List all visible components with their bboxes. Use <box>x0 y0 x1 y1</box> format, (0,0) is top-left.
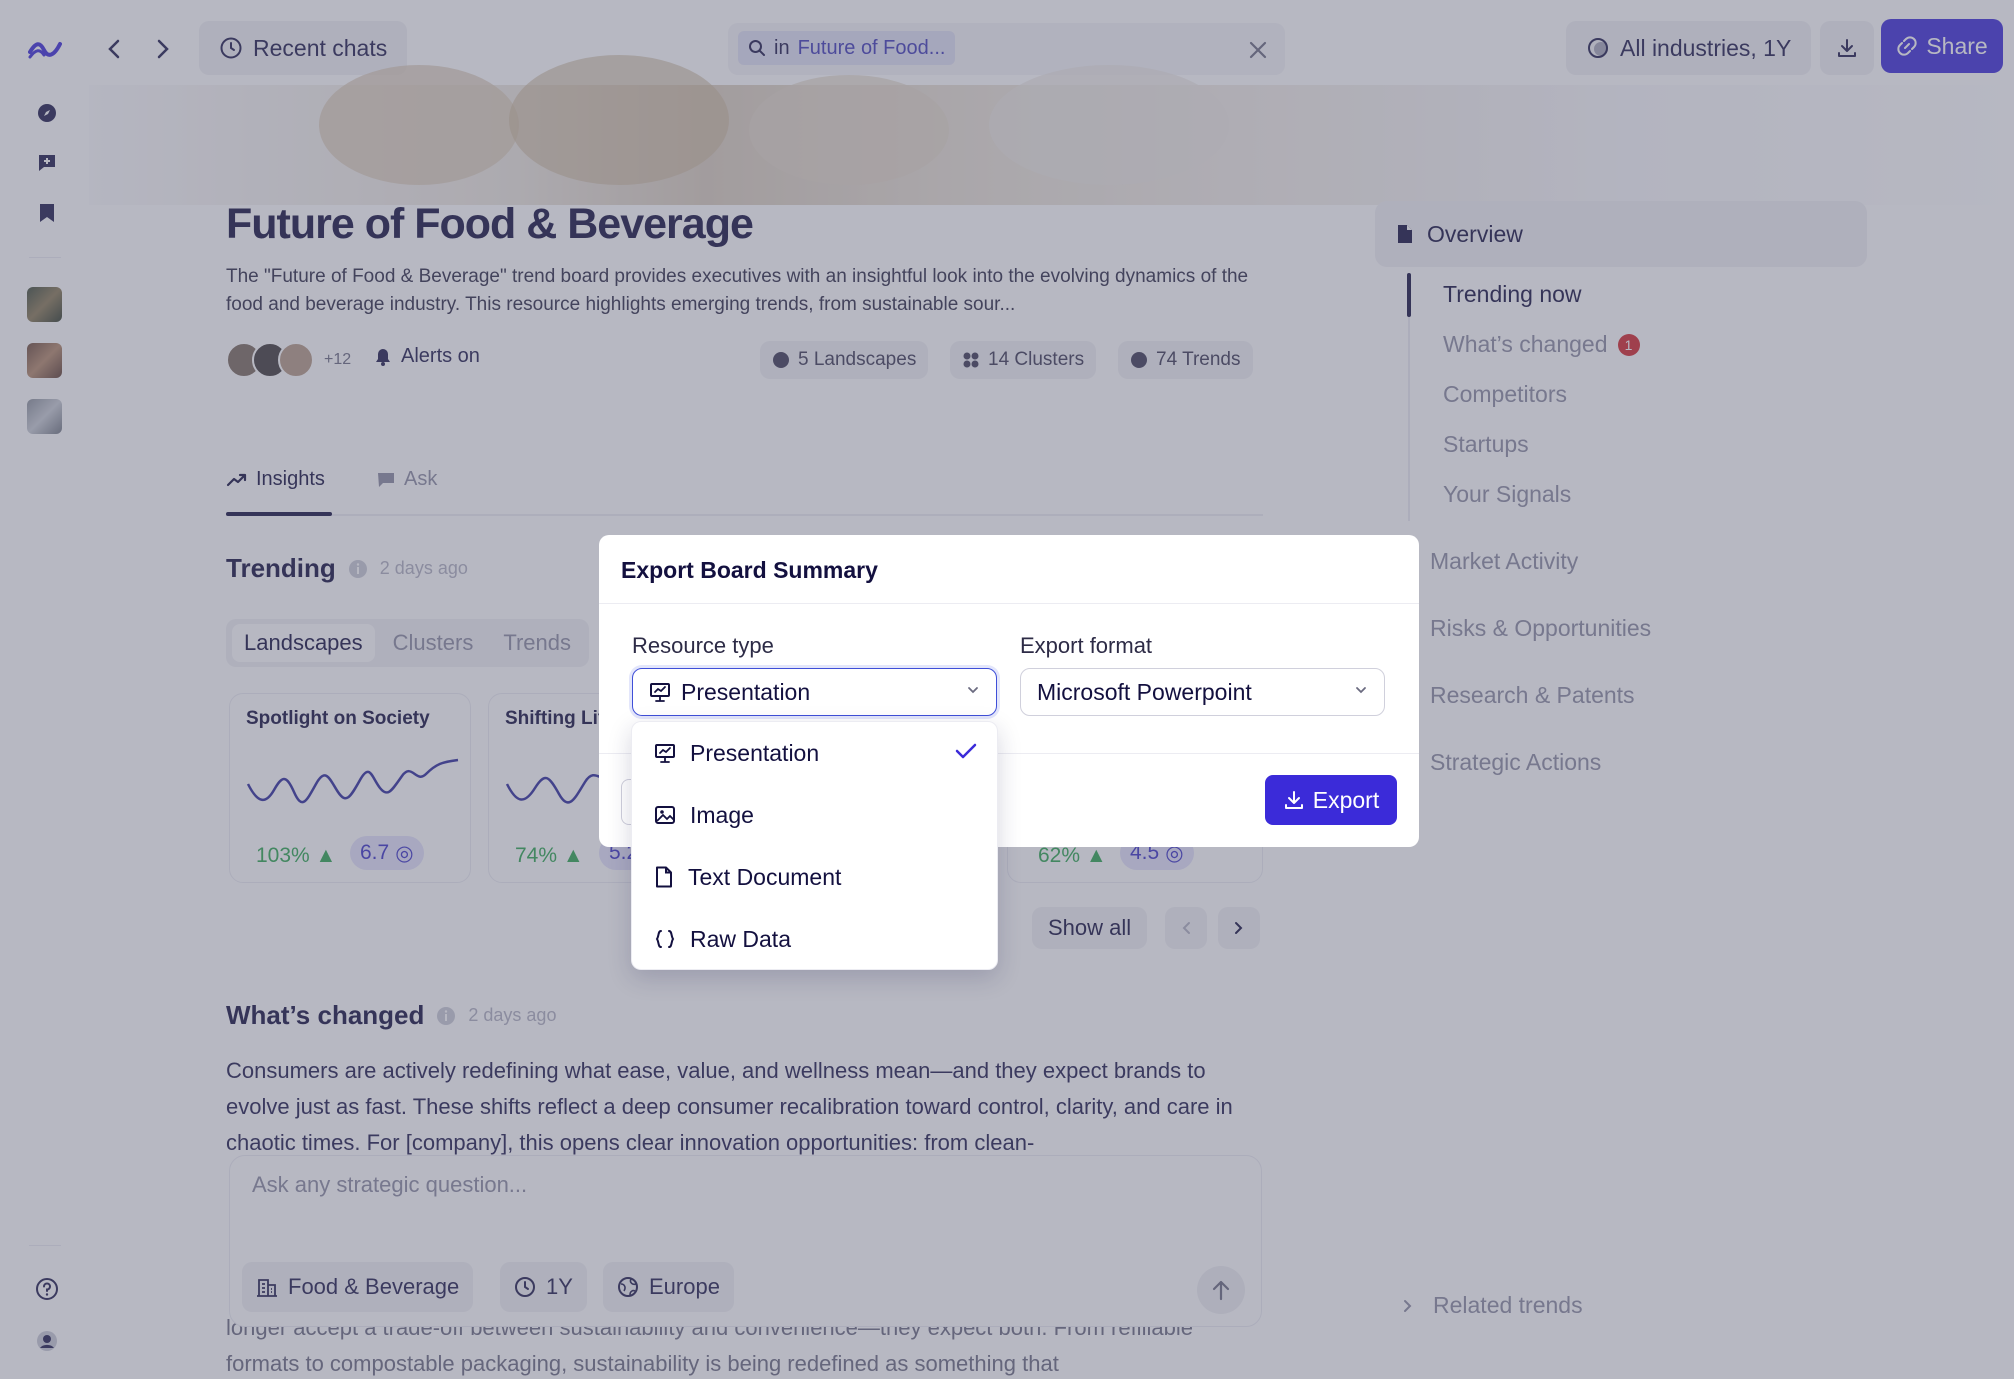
chevron-down-icon <box>1354 683 1368 697</box>
braces-icon <box>654 928 676 950</box>
resource-type-label: Resource type <box>632 633 774 658</box>
presentation-icon <box>654 742 676 764</box>
dialog-header: Export Board Summary <box>599 535 1419 604</box>
menu-item-label: Presentation <box>690 739 820 766</box>
menu-item-label: Image <box>690 801 754 828</box>
presentation-icon <box>649 681 671 703</box>
export-format-value: Microsoft Powerpoint <box>1037 678 1252 705</box>
menu-item-label: Raw Data <box>690 925 791 952</box>
image-icon <box>654 804 676 826</box>
menu-item-presentation[interactable]: Presentation <box>632 722 997 784</box>
checkmark-icon <box>955 742 977 760</box>
resource-type-select[interactable]: Presentation <box>632 668 997 716</box>
menu-item-raw-data[interactable]: Raw Data <box>632 908 997 970</box>
export-format-label: Export format <box>1020 633 1153 658</box>
export-button-label: Export <box>1312 786 1380 813</box>
menu-item-image[interactable]: Image <box>632 784 997 846</box>
chevron-down-icon <box>966 683 980 697</box>
document-icon <box>654 866 674 888</box>
menu-item-label: Text Document <box>688 863 842 890</box>
resource-type-value: Presentation <box>681 678 811 705</box>
download-icon <box>1283 789 1305 811</box>
resource-type-menu: Presentation Image Text Document Raw Dat… <box>631 721 998 970</box>
dialog-title: Export Board Summary <box>621 557 878 583</box>
menu-item-text-document[interactable]: Text Document <box>632 846 997 908</box>
export-button[interactable]: Export <box>1265 775 1397 825</box>
export-format-select[interactable]: Microsoft Powerpoint <box>1020 668 1385 716</box>
